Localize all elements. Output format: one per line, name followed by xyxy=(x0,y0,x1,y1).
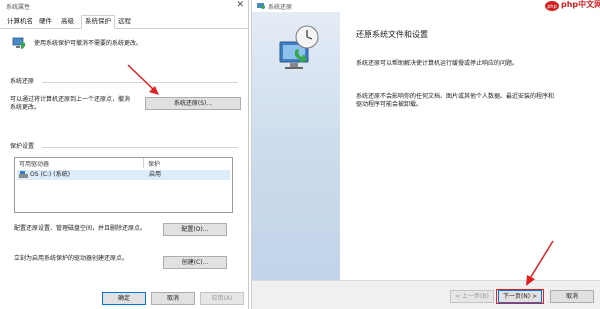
back-button[interactable]: < 上一步(B) xyxy=(450,290,494,303)
svg-text:php: php xyxy=(547,4,557,10)
intro-text: 使用系统保护可撤消不需要的系统更改。 xyxy=(34,40,143,47)
site-watermark: php php中文网 xyxy=(545,0,600,12)
ok-button[interactable]: 确定 xyxy=(102,292,146,305)
protection-section-divider xyxy=(42,147,238,148)
tab-computer-name[interactable]: 计算机名 xyxy=(4,16,36,27)
left-window-title: 系统属性 xyxy=(6,4,31,11)
column-header-drive[interactable]: 可用驱动器 xyxy=(19,159,49,168)
table-row[interactable]: OS (C:) (系统) 启用 xyxy=(17,170,230,180)
wizard-sidebar-banner xyxy=(252,12,340,309)
restore-section-heading: 系统还原 xyxy=(10,78,35,85)
drive-protection-status: 启用 xyxy=(149,171,162,178)
configure-button[interactable]: 配置(O)... xyxy=(163,223,227,236)
column-separator xyxy=(143,158,144,168)
system-restore-clock-monitor-icon xyxy=(279,25,319,69)
restore-description-line1: 可以通过将计算机还原到上一个还原点，撤消 xyxy=(10,96,131,103)
tab-advanced[interactable]: 高级 xyxy=(58,16,77,27)
left-titlebar: 系统属性 ✕ xyxy=(0,0,248,12)
create-button[interactable]: 创建(C)... xyxy=(163,256,227,269)
protection-section-heading: 保护设置 xyxy=(10,143,35,150)
column-header-protection[interactable]: 保护 xyxy=(148,159,160,168)
red-arrow-to-restore-button xyxy=(127,64,159,95)
tab-system-protection[interactable]: 系统保护 xyxy=(81,15,115,29)
drive-name: OS (C:) (系统) xyxy=(30,171,70,178)
red-arrow-to-next-button xyxy=(526,240,554,286)
left-close-icon[interactable]: ✕ xyxy=(236,0,244,10)
system-properties-dialog: 系统属性 ✕ 计算机名 硬件 高级 系统保护 远程 使用系统保护可撤消不需要的系… xyxy=(0,0,249,309)
tab-strip: 计算机名 硬件 高级 系统保护 远程 xyxy=(0,14,249,29)
apply-button[interactable]: 应用(A) xyxy=(200,292,244,305)
wizard-paragraph-2-line1: 系统还原不会影响你的任何文档、图片或其他个人数据。最近安装的程序和 xyxy=(356,93,555,100)
wizard-paragraph-2-line2: 驱动程序可能会被卸载。 xyxy=(356,101,423,108)
drive-icon xyxy=(19,171,28,178)
wizard-cancel-button[interactable]: 取消 xyxy=(550,290,594,303)
wizard-paragraph-1: 系统还原可以帮助解决使计算机运行缓慢或停止响应的问题。 xyxy=(356,60,519,67)
watermark-text: php中文网 xyxy=(561,0,600,9)
system-restore-title-icon xyxy=(257,3,265,9)
drive-protection-table: 可用驱动器 保护 OS (C:) (系统) 启用 xyxy=(14,157,233,213)
right-window-title: 系统还原 xyxy=(268,4,293,11)
next-button-highlight-box xyxy=(496,289,544,304)
tab-remote[interactable]: 远程 xyxy=(115,16,134,27)
wizard-heading: 还原系统文件和设置 xyxy=(356,30,428,39)
tab-hardware[interactable]: 硬件 xyxy=(36,16,55,27)
restore-description-line2: 系统更改。 xyxy=(10,104,41,111)
cancel-button[interactable]: 取消 xyxy=(151,292,195,305)
computer-shield-icon xyxy=(12,37,25,49)
create-description: 立刻为启用系统保护的驱动器创建还原点。 xyxy=(14,255,129,262)
configure-description: 配置还原设置、管理磁盘空间，并且删除还原点。 xyxy=(14,225,147,232)
php-logo-icon: php xyxy=(545,1,559,11)
